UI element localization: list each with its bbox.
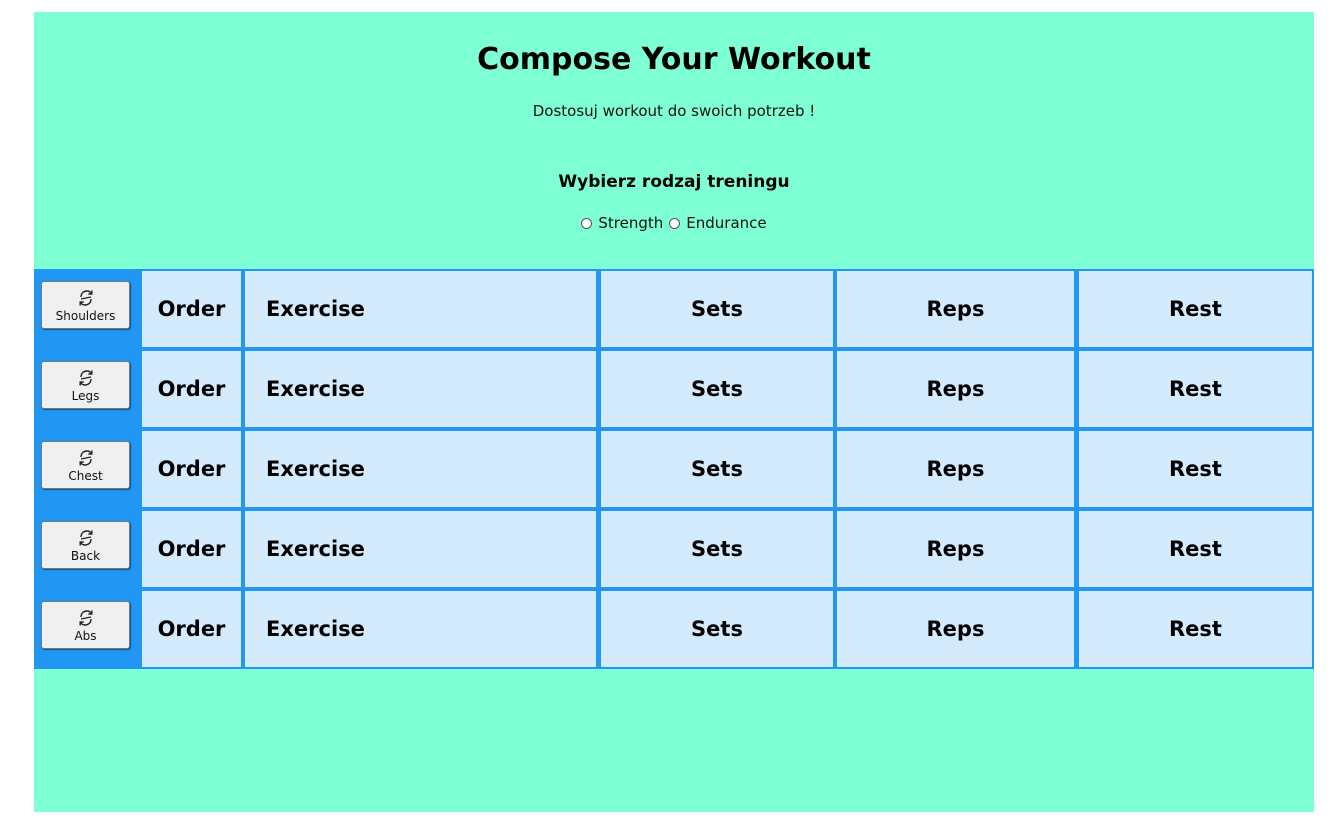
swap-icon: [79, 449, 92, 466]
swap-icon: [79, 529, 92, 546]
reps-header: Reps: [837, 431, 1074, 507]
swap-back-button[interactable]: Back: [41, 521, 130, 569]
rest-header: Rest: [1079, 271, 1312, 347]
reps-header: Reps: [837, 511, 1074, 587]
rest-header: Rest: [1079, 351, 1312, 427]
workout-row-chest: Chest Order Exercise Sets Reps Rest: [34, 429, 1314, 509]
workout-table: Shoulders Order Exercise Sets Reps Rest …: [34, 269, 1314, 669]
sets-header: Sets: [601, 351, 833, 427]
rest-header: Rest: [1079, 511, 1312, 587]
exercise-header: Exercise: [245, 271, 596, 347]
radio-option-endurance[interactable]: Endurance: [669, 214, 767, 232]
reps-header: Reps: [837, 351, 1074, 427]
sets-header: Sets: [601, 591, 833, 667]
exercise-header: Exercise: [245, 511, 596, 587]
page-subtitle: Dostosuj workout do swoich potrzeb !: [532, 102, 816, 120]
exercise-header: Exercise: [245, 431, 596, 507]
swap-icon: [79, 609, 92, 626]
order-header: Order: [142, 431, 241, 507]
swap-back-label: Back: [70, 548, 101, 563]
swap-chest-button[interactable]: Chest: [41, 441, 130, 489]
order-header: Order: [142, 591, 241, 667]
rest-header: Rest: [1079, 431, 1312, 507]
swap-abs-label: Abs: [74, 628, 97, 643]
swap-icon: [79, 369, 92, 386]
rest-header: Rest: [1079, 591, 1312, 667]
swap-icon: [79, 289, 92, 306]
radio-option-strength[interactable]: Strength: [581, 214, 663, 232]
swap-shoulders-button[interactable]: Shoulders: [41, 281, 130, 329]
reps-header: Reps: [837, 271, 1074, 347]
training-type-heading: Wybierz rodzaj treningu: [558, 172, 790, 192]
exercise-header: Exercise: [245, 351, 596, 427]
endurance-label: Endurance: [686, 214, 767, 232]
swap-shoulders-label: Shoulders: [55, 308, 116, 323]
sets-header: Sets: [601, 271, 833, 347]
order-header: Order: [142, 511, 241, 587]
sets-header: Sets: [601, 431, 833, 507]
reps-header: Reps: [837, 591, 1074, 667]
exercise-header: Exercise: [245, 591, 596, 667]
strength-label: Strength: [598, 214, 664, 232]
swap-abs-button[interactable]: Abs: [41, 601, 130, 649]
workout-row-abs: Abs Order Exercise Sets Reps Rest: [34, 589, 1314, 669]
order-header: Order: [142, 351, 241, 427]
workout-row-back: Back Order Exercise Sets Reps Rest: [34, 509, 1314, 589]
order-header: Order: [142, 271, 241, 347]
app-container: Compose Your Workout Dostosuj workout do…: [34, 12, 1314, 812]
swap-legs-label: Legs: [71, 388, 100, 403]
training-type-radio-group: Strength Endurance: [34, 214, 1314, 232]
strength-radio[interactable]: [581, 217, 593, 229]
swap-chest-label: Chest: [68, 468, 103, 483]
workout-row-shoulders: Shoulders Order Exercise Sets Reps Rest: [34, 269, 1314, 349]
page-title: Compose Your Workout: [477, 42, 871, 77]
endurance-radio[interactable]: [669, 217, 681, 229]
workout-row-legs: Legs Order Exercise Sets Reps Rest: [34, 349, 1314, 429]
sets-header: Sets: [601, 511, 833, 587]
swap-legs-button[interactable]: Legs: [41, 361, 130, 409]
